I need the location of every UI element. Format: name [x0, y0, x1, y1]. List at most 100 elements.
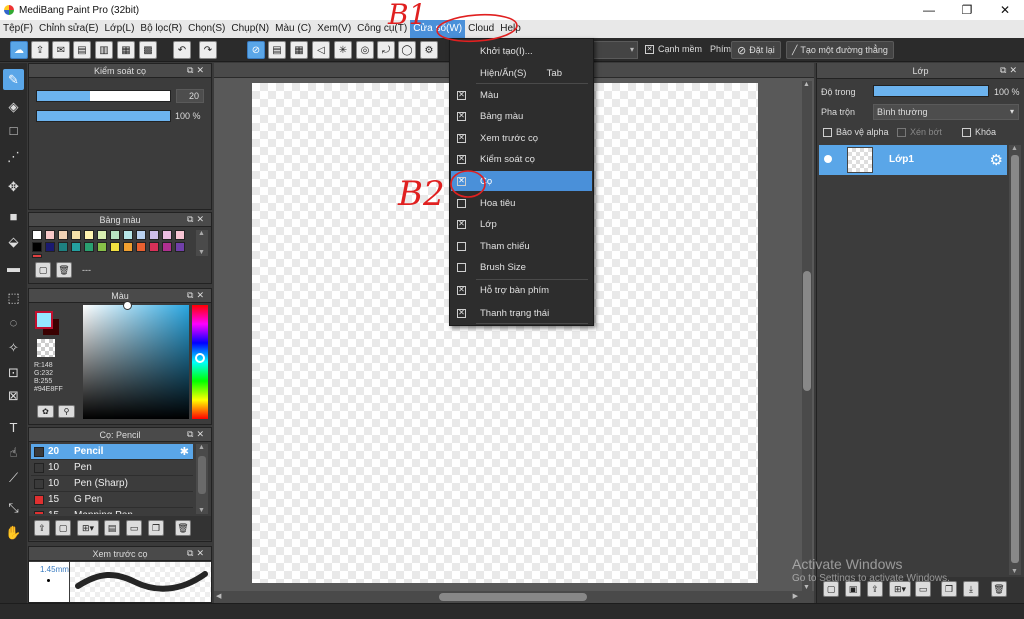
redo-icon[interactable]: ↷ [199, 41, 217, 59]
curve-snap-icon[interactable]: ⤾ [377, 41, 395, 59]
circle-snap-icon[interactable]: ◎ [356, 41, 374, 59]
add-brush-menu-icon[interactable]: ⊞▾ [77, 520, 99, 536]
canvas-vertical-scrollbar[interactable]: ▲ ▼ [802, 81, 812, 591]
menu-item-11[interactable]: Help [497, 20, 524, 38]
layer-row[interactable]: Lớp1 ⚙ [819, 145, 1007, 175]
palette-swatch[interactable] [71, 242, 81, 252]
menu-item-0[interactable]: Tệp(F) [0, 20, 36, 38]
palette-swatch[interactable] [175, 242, 185, 252]
window-menu-item-5[interactable]: ✕ Kiểm soát cọ [451, 149, 592, 169]
menu-item-1[interactable]: Chỉnh sửa(E) [36, 20, 102, 38]
menu-item-10[interactable]: Cloud [465, 20, 497, 38]
palette-swatch[interactable] [97, 242, 107, 252]
new-brush-icon[interactable]: ▢ [55, 520, 71, 536]
window-menu-item-4[interactable]: ✕ Xem trước cọ [451, 128, 592, 148]
brush-settings-icon[interactable]: ▤ [104, 520, 120, 536]
cloud-brush-icon[interactable]: ⇪ [34, 520, 50, 536]
new-palette-icon[interactable]: ▢ [35, 262, 51, 278]
blend-mode-dropdown[interactable]: Bình thường ▾ [873, 104, 1019, 120]
palette-swatch[interactable] [58, 242, 68, 252]
window-menu-item-9[interactable]: Tham chiếu [451, 236, 592, 256]
hue-slider[interactable] [192, 305, 208, 419]
text-tool-icon[interactable]: T [3, 417, 24, 438]
window-menu-item-1[interactable]: Hiện/Ẩn(S) Tab [451, 63, 592, 83]
dot-tool-icon[interactable]: ⋰ [3, 146, 24, 167]
delete-palette-icon[interactable]: 🗑 [56, 262, 72, 278]
fill-rect-tool-icon[interactable]: ■ [3, 206, 24, 227]
color-picker-icon[interactable]: ⚲ [58, 405, 75, 418]
maximize-button[interactable]: ❐ [948, 0, 986, 20]
window-menu-item-6[interactable]: ✕ Cọ [451, 171, 592, 191]
lasso-tool-icon[interactable]: ◌ [3, 312, 24, 333]
ring-snap-icon[interactable]: ◯ [398, 41, 416, 59]
window-menu-item-7[interactable]: Hoa tiêu [451, 193, 592, 213]
foreground-color-swatch[interactable] [35, 311, 53, 329]
saturation-value-picker[interactable] [83, 301, 189, 419]
scroll-up-icon[interactable]: ▲ [803, 81, 810, 88]
brush-item[interactable]: 10 Pen (Sharp) [31, 476, 193, 492]
brush-item[interactable]: 15 G Pen [31, 492, 193, 508]
scroll-left-icon[interactable]: ◀ [216, 592, 221, 600]
window-menu-item-3[interactable]: ✕ Bảng màu [451, 106, 592, 126]
palette-swatch[interactable] [123, 242, 133, 252]
brush-list-scrollbar[interactable]: ▲ ▼ [196, 444, 208, 514]
upload-icon[interactable]: ⇪ [31, 41, 49, 59]
duplicate-brush-icon[interactable]: ❐ [148, 520, 164, 536]
delete-brush-icon[interactable]: 🗑 [175, 520, 191, 536]
minimize-button[interactable]: — [910, 0, 948, 20]
scroll-up-icon[interactable]: ▲ [198, 444, 205, 451]
cloud-icon[interactable]: ☁ [10, 41, 28, 59]
scroll-thumb[interactable] [1011, 155, 1019, 563]
palette-swatch[interactable] [97, 230, 107, 240]
antialias-checkbox[interactable]: ✕ Cạnh mềm [645, 44, 702, 55]
eyedropper-tool-icon[interactable]: ⤡ [3, 497, 24, 518]
brush-item[interactable]: 10 Pen [31, 460, 193, 476]
menu-item-3[interactable]: Bộ lọc(R) [137, 20, 185, 38]
palette-swatch[interactable] [45, 242, 55, 252]
operation-tool-icon[interactable]: ☝ [3, 442, 24, 463]
palette-swatch[interactable] [32, 254, 42, 258]
brush-opacity-slider[interactable] [36, 110, 171, 122]
window-menu-item-0[interactable]: Khởi tạo(I)... [451, 41, 592, 61]
scroll-up-icon[interactable]: ▲ [1011, 145, 1018, 152]
scroll-down-icon[interactable]: ▼ [198, 249, 205, 256]
parallel-snap-icon[interactable]: ▤ [268, 41, 286, 59]
comment-icon[interactable]: ✉ [52, 41, 70, 59]
palette-swatch[interactable] [110, 230, 120, 240]
merge-layer-icon[interactable]: ⤓ [963, 581, 979, 597]
clipping-checkbox[interactable]: Xén bớt [897, 127, 942, 138]
scroll-down-icon[interactable]: ▼ [1011, 568, 1018, 575]
brush-item[interactable]: 15Mapping Pen [31, 508, 193, 514]
grid-snap-icon[interactable]: ▦ [290, 41, 308, 59]
palette-swatch[interactable] [32, 230, 42, 240]
chat-icon[interactable]: ▤ [73, 41, 91, 59]
brush-tool-icon[interactable]: ✎ [3, 69, 24, 90]
transparent-color-swatch[interactable] [37, 339, 55, 357]
palette-swatch[interactable] [175, 230, 185, 240]
hand-tool-icon[interactable]: ✋ [3, 522, 24, 543]
panel-float-close-icon[interactable]: ⧉✕ [187, 548, 207, 559]
color-palette-icon[interactable]: ✿ [37, 405, 54, 418]
visibility-eye-icon[interactable] [824, 155, 832, 163]
select-eraser-tool-icon[interactable]: ⊠ [3, 385, 24, 406]
window-menu-item-2[interactable]: ✕ Màu [451, 85, 592, 105]
eraser-tool-icon[interactable]: ◈ [3, 96, 24, 117]
palette-swatch[interactable] [162, 230, 172, 240]
brush-settings-gear-icon[interactable]: ✱ [180, 445, 189, 458]
palette-swatch[interactable] [149, 242, 159, 252]
panel-float-close-icon[interactable]: ⧉✕ [187, 429, 207, 440]
canvas-horizontal-scrollbar[interactable]: ◀ ▶ [214, 591, 814, 603]
layer-settings-gear-icon[interactable]: ⚙ [990, 151, 1003, 169]
bucket-tool-icon[interactable]: ⬙ [3, 231, 24, 252]
palette-swatch[interactable] [123, 230, 133, 240]
brush-size-slider[interactable] [36, 90, 171, 102]
undo-icon[interactable]: ↶ [173, 41, 191, 59]
palette-swatch[interactable] [84, 242, 94, 252]
panel-float-close-icon[interactable]: ⧉✕ [1000, 65, 1020, 76]
menu-item-2[interactable]: Lớp(L) [102, 20, 138, 38]
window-menu-item-12[interactable]: ✕ Thanh trạng thái [451, 303, 592, 323]
palette-swatch[interactable] [136, 230, 146, 240]
menu-item-8[interactable]: Công cụ(T) [354, 20, 410, 38]
menu-item-4[interactable]: Chọn(S) [185, 20, 228, 38]
palette-swatch[interactable] [162, 242, 172, 252]
